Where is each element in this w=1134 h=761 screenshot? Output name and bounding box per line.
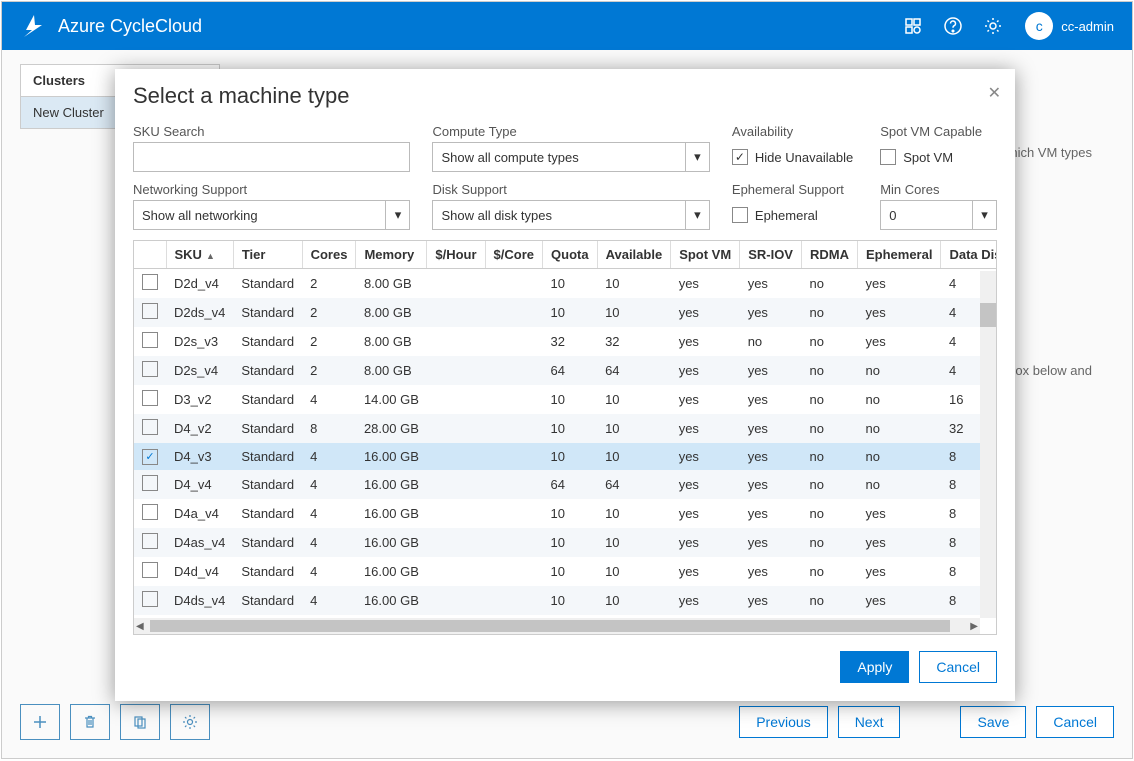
- row-checkbox[interactable]: [142, 562, 158, 578]
- column-header[interactable]: SKU: [166, 241, 233, 269]
- disk-support-select[interactable]: Show all disk types ▾: [432, 200, 709, 230]
- min-cores-value: 0: [889, 208, 896, 223]
- user-name: cc-admin: [1061, 19, 1114, 34]
- ephemeral-check-label: Ephemeral: [755, 208, 818, 223]
- sku-search-input[interactable]: [133, 142, 410, 172]
- cancel-button[interactable]: Cancel: [1036, 706, 1114, 738]
- chevron-down-icon: ▾: [685, 143, 709, 171]
- next-button[interactable]: Next: [838, 706, 901, 738]
- column-header[interactable]: Cores: [302, 241, 356, 269]
- column-header[interactable]: [134, 241, 166, 269]
- table-row[interactable]: D4ds_v4Standard416.00 GB1010yesyesnoyes8: [134, 586, 997, 615]
- row-checkbox[interactable]: [142, 533, 158, 549]
- row-checkbox[interactable]: [142, 504, 158, 520]
- networking-label: Networking Support: [133, 182, 410, 197]
- table-row[interactable]: D2s_v4Standard28.00 GB6464yesyesnono4: [134, 356, 997, 385]
- compute-type-select[interactable]: Show all compute types ▾: [432, 142, 709, 172]
- sku-table: SKUTierCoresMemory$/Hour$/CoreQuotaAvail…: [133, 240, 997, 635]
- min-cores-label: Min Cores: [880, 182, 997, 197]
- notifications-icon[interactable]: [893, 2, 933, 50]
- copy-button[interactable]: [120, 704, 160, 740]
- chevron-down-icon: ▾: [385, 201, 409, 229]
- column-header[interactable]: Available: [597, 241, 671, 269]
- save-button[interactable]: Save: [960, 706, 1026, 738]
- spot-vm-checkbox[interactable]: Spot VM: [880, 142, 997, 172]
- table-row[interactable]: D2d_v4Standard28.00 GB1010yesyesnoyes4: [134, 269, 997, 299]
- footer-controls: Previous Next Save Cancel: [20, 704, 1114, 740]
- column-header[interactable]: $/Core: [485, 241, 542, 269]
- table-row[interactable]: D4a_v4Standard416.00 GB1010yesyesnoyes8: [134, 499, 997, 528]
- help-icon[interactable]: [933, 2, 973, 50]
- compute-type-label: Compute Type: [432, 124, 709, 139]
- delete-button[interactable]: [70, 704, 110, 740]
- compute-type-value: Show all compute types: [441, 150, 578, 165]
- modal-cancel-button[interactable]: Cancel: [919, 651, 997, 683]
- column-header[interactable]: Data Disks: [941, 241, 997, 269]
- row-checkbox[interactable]: [142, 449, 158, 465]
- table-row[interactable]: D4_v3Standard416.00 GB1010yesyesnono8: [134, 443, 997, 470]
- column-header[interactable]: Ephemeral: [857, 241, 940, 269]
- spot-capable-label: Spot VM Capable: [880, 124, 997, 139]
- column-header[interactable]: Quota: [543, 241, 598, 269]
- column-header[interactable]: Memory: [356, 241, 427, 269]
- chevron-down-icon: ▾: [972, 201, 996, 229]
- app-title: Azure CycleCloud: [58, 16, 202, 37]
- table-row[interactable]: D2s_v3Standard28.00 GB3232yesnonoyes4: [134, 327, 997, 356]
- spot-vm-label: Spot VM: [903, 150, 953, 165]
- bg-text: ox below and: [1015, 363, 1092, 378]
- machine-type-dialog: Select a machine type ✕ SKU Search Compu…: [115, 69, 1015, 701]
- column-header[interactable]: Spot VM: [671, 241, 740, 269]
- row-checkbox[interactable]: [142, 475, 158, 491]
- settings-button[interactable]: [170, 704, 210, 740]
- checkbox-icon: [880, 149, 896, 165]
- disk-support-label: Disk Support: [432, 182, 709, 197]
- checkbox-icon: [732, 149, 748, 165]
- min-cores-select[interactable]: 0 ▾: [880, 200, 997, 230]
- row-checkbox[interactable]: [142, 303, 158, 319]
- ephemeral-label: Ephemeral Support: [732, 182, 868, 197]
- app-logo: Azure CycleCloud: [20, 13, 202, 39]
- user-menu[interactable]: c cc-admin: [1025, 12, 1114, 40]
- ephemeral-checkbox[interactable]: Ephemeral: [732, 200, 868, 230]
- gear-icon[interactable]: [973, 2, 1013, 50]
- apply-button[interactable]: Apply: [840, 651, 909, 683]
- row-checkbox[interactable]: [142, 332, 158, 348]
- hide-unavailable-label: Hide Unavailable: [755, 150, 853, 165]
- row-checkbox[interactable]: [142, 361, 158, 377]
- horizontal-scrollbar[interactable]: ◀▶: [134, 618, 980, 634]
- previous-button[interactable]: Previous: [739, 706, 827, 738]
- column-header[interactable]: Tier: [233, 241, 302, 269]
- table-row[interactable]: D4_v4Standard416.00 GB6464yesyesnono8: [134, 470, 997, 499]
- add-button[interactable]: [20, 704, 60, 740]
- column-header[interactable]: $/Hour: [427, 241, 485, 269]
- column-header[interactable]: RDMA: [801, 241, 857, 269]
- networking-select[interactable]: Show all networking ▾: [133, 200, 410, 230]
- sku-search-label: SKU Search: [133, 124, 410, 139]
- checkbox-icon: [732, 207, 748, 223]
- close-icon[interactable]: ✕: [988, 83, 1001, 103]
- table-row[interactable]: D3_v2Standard414.00 GB1010yesyesnono16: [134, 385, 997, 414]
- disk-support-value: Show all disk types: [441, 208, 552, 223]
- table-row[interactable]: D4_v2Standard828.00 GB1010yesyesnono32: [134, 414, 997, 443]
- column-header[interactable]: SR-IOV: [740, 241, 802, 269]
- avatar: c: [1025, 12, 1053, 40]
- row-checkbox[interactable]: [142, 591, 158, 607]
- chevron-down-icon: ▾: [685, 201, 709, 229]
- row-checkbox[interactable]: [142, 419, 158, 435]
- row-checkbox[interactable]: [142, 390, 158, 406]
- table-row[interactable]: D2ds_v4Standard28.00 GB1010yesyesnoyes4: [134, 298, 997, 327]
- bg-text: hich VM types: [1010, 145, 1092, 160]
- availability-label: Availability: [732, 124, 868, 139]
- table-row[interactable]: D4as_v4Standard416.00 GB1010yesyesnoyes8: [134, 528, 997, 557]
- table-row[interactable]: D4d_v4Standard416.00 GB1010yesyesnoyes8: [134, 557, 997, 586]
- azure-icon: [20, 13, 46, 39]
- hide-unavailable-checkbox[interactable]: Hide Unavailable: [732, 142, 868, 172]
- networking-value: Show all networking: [142, 208, 258, 223]
- dialog-title: Select a machine type: [133, 83, 997, 109]
- vertical-scrollbar[interactable]: [980, 271, 996, 618]
- row-checkbox[interactable]: [142, 274, 158, 290]
